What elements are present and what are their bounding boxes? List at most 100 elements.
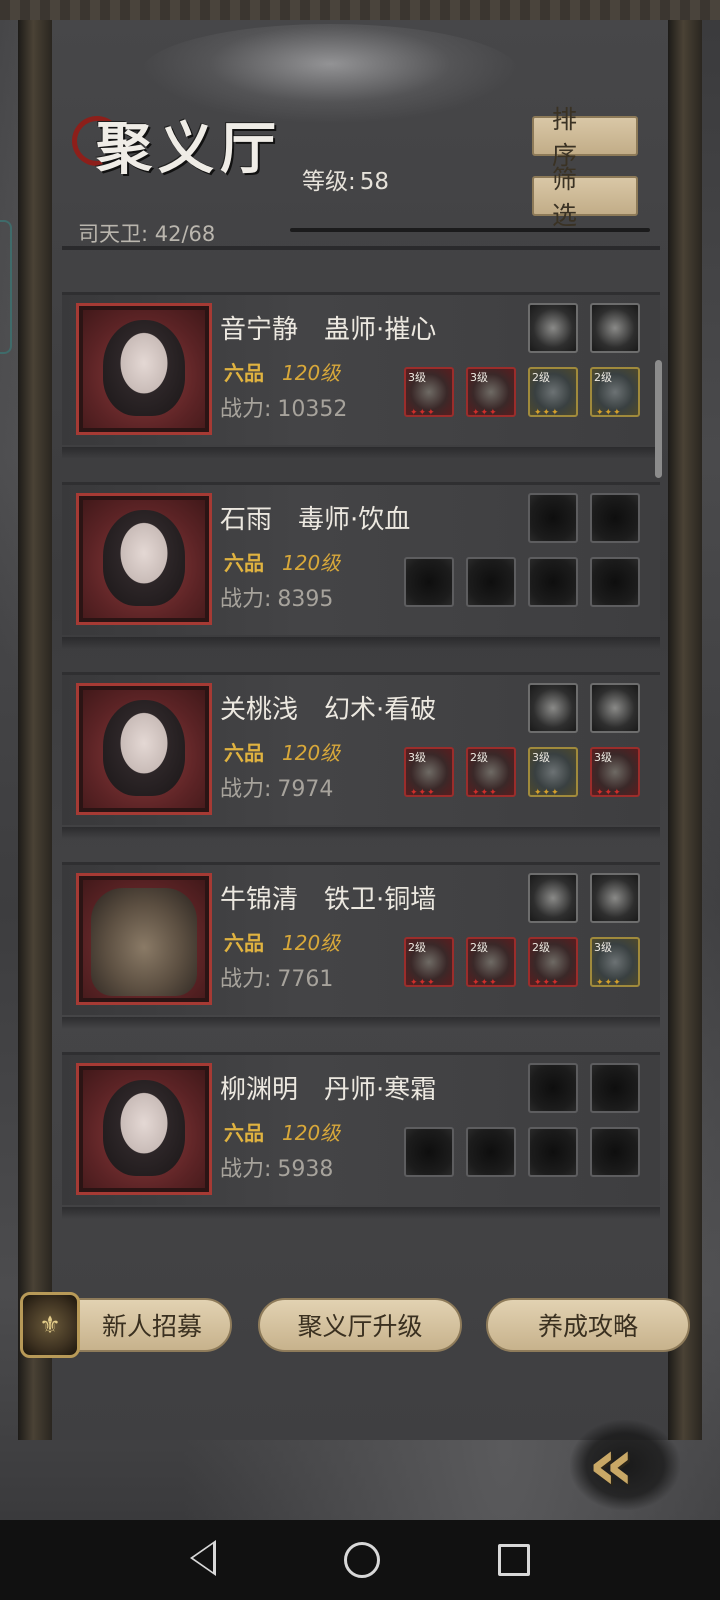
skill-slot[interactable]: 2级 ✦✦✦ [404, 937, 454, 988]
hero-face-image [91, 888, 197, 996]
hero-portrait[interactable] [76, 873, 212, 1005]
star-rating-icon: ✦✦✦ [534, 408, 560, 418]
hero-level: 120级 [282, 1121, 341, 1145]
equipment-slot[interactable] [590, 303, 640, 353]
star-rating-icon: ✦✦✦ [596, 788, 622, 798]
hero-card[interactable]: 石雨 毒师·饮血六品 120级战力: 8395 [62, 482, 660, 649]
equipment-slot[interactable] [590, 873, 640, 923]
star-rating-icon: ✦✦✦ [410, 978, 436, 988]
hero-face-image [103, 1080, 185, 1176]
recruit-medallion-icon[interactable]: ⚜ [20, 1292, 80, 1358]
skill-slot[interactable]: 2级 ✦✦✦ [466, 747, 516, 798]
skill-slot[interactable]: 2级 ✦✦✦ [528, 367, 578, 418]
hall-upgrade-button[interactable]: 聚义厅升级 [258, 1298, 462, 1352]
equipment-slot[interactable] [590, 1063, 640, 1113]
skill-slot-level: 2级 [594, 371, 612, 384]
skill-slot-level: 3级 [594, 751, 612, 764]
hero-rank-row: 六品 120级 [224, 1117, 340, 1146]
header-divider-lower [62, 246, 660, 250]
hero-card[interactable]: 牛锦清 铁卫·铜墙 六品 120级 战力: 7761 2级 ✦✦✦ 2级 ✦✦✦ 2级 ✦✦✦ 3级 ✦… [62, 862, 660, 1029]
hall-level-value: 58 [359, 169, 390, 195]
filter-button[interactable]: 筛选 [532, 165, 638, 230]
hero-face-image [103, 320, 185, 416]
side-drawer-handle[interactable] [0, 220, 12, 354]
star-rating-icon: ✦✦✦ [534, 978, 560, 988]
equipment-slot[interactable] [590, 683, 640, 733]
hero-name: 石雨 毒师·饮血 [220, 505, 411, 535]
skill-slot[interactable]: 2级 ✦✦✦ [590, 367, 640, 418]
hero-card[interactable]: 关桃浅 幻术·看破 六品 120级 战力: 7974 3级 ✦✦✦ 2级 ✦✦✦ 3级 ✦✦✦ 3级 ✦… [62, 672, 660, 839]
skill-slot[interactable] [590, 557, 640, 607]
skill-slot[interactable]: 3级 ✦✦✦ [404, 367, 454, 418]
equipment-slot[interactable] [528, 1063, 578, 1113]
equipment-slot[interactable] [528, 873, 578, 923]
skill-slot[interactable] [590, 1127, 640, 1177]
skill-slot-level: 2级 [532, 941, 550, 954]
star-rating-icon: ✦✦✦ [472, 408, 498, 418]
hero-rank: 六品 [224, 931, 264, 955]
hero-face-image [103, 510, 185, 606]
skill-slot-level: 2级 [408, 941, 426, 954]
hero-power-value: 5938 [277, 1157, 334, 1182]
skill-slot[interactable]: 3级 ✦✦✦ [528, 747, 578, 798]
skill-slot[interactable]: 3级 ✦✦✦ [404, 747, 454, 798]
skill-slot[interactable]: 3级 ✦✦✦ [590, 747, 640, 798]
skill-slot[interactable]: 3级 ✦✦✦ [590, 937, 640, 988]
hero-power-row: 战力: 8395 [220, 581, 333, 613]
list-scrollbar[interactable] [655, 360, 662, 478]
skill-slot-level: 3级 [470, 371, 488, 384]
hero-portrait[interactable] [76, 493, 212, 625]
hero-rank: 六品 [224, 741, 264, 765]
nav-home-icon[interactable] [344, 1542, 380, 1578]
hero-power-label: 战力: [220, 967, 272, 992]
hero-name: 关桃浅 幻术·看破 [220, 695, 437, 725]
equipment-slot[interactable] [528, 303, 578, 353]
skill-slot[interactable] [404, 557, 454, 607]
back-button[interactable]: « [588, 1428, 684, 1500]
hero-level: 120级 [282, 931, 341, 955]
hero-card[interactable]: 柳渊明 丹师·寒霜 六品 120级 战力: 5938 [62, 1052, 660, 1219]
skill-slot[interactable] [404, 1127, 454, 1177]
hero-portrait[interactable] [76, 1063, 212, 1195]
skill-slot[interactable] [528, 557, 578, 607]
left-frame-pillar [18, 20, 52, 1440]
hero-power-row: 战力: 7974 [220, 771, 333, 803]
skill-slot-level: 3级 [594, 941, 612, 954]
skill-slot[interactable] [466, 1127, 516, 1177]
hero-level: 120级 [282, 361, 341, 385]
skill-slot-level: 2级 [470, 751, 488, 764]
equipment-slot[interactable] [590, 493, 640, 543]
skill-slot[interactable]: 2级 ✦✦✦ [528, 937, 578, 988]
nav-recent-icon[interactable] [498, 1544, 530, 1576]
equipment-slot[interactable] [528, 683, 578, 733]
skill-slot-level: 3级 [532, 751, 550, 764]
hero-name: 音宁静 蛊师·摧心 [220, 315, 437, 345]
hero-portrait[interactable] [76, 303, 212, 435]
hero-power-value: 10352 [277, 397, 348, 422]
hero-power-value: 7761 [277, 967, 334, 992]
page-title: 聚义厅 [96, 116, 282, 182]
hero-power-label: 战力: [220, 397, 272, 422]
nav-back-icon[interactable] [190, 1540, 216, 1576]
skill-slot[interactable] [528, 1127, 578, 1177]
hero-rank-row: 六品 120级 [224, 357, 340, 386]
hero-level: 120级 [282, 741, 341, 765]
star-rating-icon: ✦✦✦ [472, 788, 498, 798]
hero-rank-row: 六品 120级 [224, 547, 340, 576]
hero-rank: 六品 [224, 551, 264, 575]
skill-slot-level: 3级 [408, 371, 426, 384]
equipment-slot[interactable] [528, 493, 578, 543]
skill-slot[interactable] [466, 557, 516, 607]
skill-slot[interactable]: 3级 ✦✦✦ [466, 367, 516, 418]
hero-card[interactable]: 音宁静 蛊师·摧心 六品 120级 战力: 10352 3级 ✦✦✦ 3级 ✦✦✦ 2级 ✦✦✦ 2级… [62, 292, 660, 459]
hero-power-label: 战力: [220, 777, 272, 802]
hero-rank-row: 六品 120级 [224, 737, 340, 766]
guide-button[interactable]: 养成攻略 [486, 1298, 690, 1352]
top-ornament-strip [0, 0, 720, 20]
sort-button[interactable]: 排序 [532, 105, 638, 170]
hero-rank: 六品 [224, 1121, 264, 1145]
hero-power-value: 8395 [277, 587, 334, 612]
hero-portrait[interactable] [76, 683, 212, 815]
skill-slot[interactable]: 2级 ✦✦✦ [466, 937, 516, 988]
star-rating-icon: ✦✦✦ [472, 978, 498, 988]
